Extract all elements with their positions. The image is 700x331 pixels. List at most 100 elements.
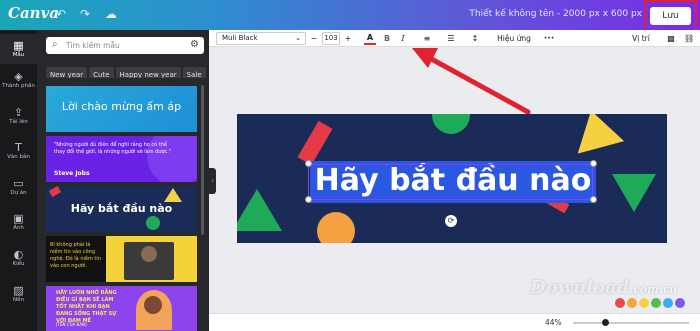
photo-face [141,246,157,262]
bold-button[interactable]: B [381,32,393,45]
template-text: Lời chào mừng ấm áp [61,100,182,113]
zoom-slider[interactable] [573,322,689,324]
templates-panel: ⌕ Tìm kiếm mẫu ⚙ New year Cute Happy new y… [37,30,209,331]
template-author: [TÊN CỦA BẠN] [56,322,87,327]
rail-item-text[interactable]: T Văn bản [0,141,37,160]
save-button[interactable]: Lưu [650,7,691,25]
rail-item-background[interactable]: ▨ Nền [0,284,37,303]
rail-label: Ảnh [13,225,24,231]
resize-handle[interactable] [590,196,597,203]
save-highlight: Lưu [644,0,697,34]
dot [675,298,685,308]
text-color-button[interactable]: A [364,32,376,45]
shape-green-triangle[interactable] [237,189,282,231]
rail-item-uploads[interactable]: ⇪ Tải lên [0,106,37,125]
template-card[interactable]: HÃY LUÔN NHỚ RẰNG ĐIỀU GÌ BẠN SẼ LÀM TỐT… [46,286,197,331]
line-spacing-icon[interactable]: ↕ [469,32,481,45]
dot [651,298,661,308]
shape-green-circle[interactable] [432,114,470,134]
selection-frame [308,164,593,200]
font-select[interactable]: Muli Black ⌄ [216,32,306,45]
increase-size-button[interactable]: + [342,32,354,45]
rail-item-photos[interactable]: ▣ Ảnh [0,212,37,231]
font-size-input[interactable]: 103 [322,32,340,45]
dot [627,298,637,308]
resize-handle[interactable] [305,160,312,167]
photo-face [144,296,162,314]
template-text: Hãy bắt đầu nào [70,202,173,215]
rail-label: Kiểu [12,261,25,267]
template-text: Bí không phải là niềm tin vào công nghệ.… [50,242,101,269]
template-search[interactable]: ⌕ Tìm kiếm mẫu ⚙ [46,37,204,54]
template-card[interactable]: "Những người đủ điên để nghĩ rằng họ có … [46,136,197,182]
shape-yellow-triangle[interactable] [567,114,625,154]
rail-label: Dự án [10,190,27,196]
grid-icon: ▦ [13,39,24,52]
chip[interactable]: Happy new year [115,67,181,78]
transparency-icon[interactable]: ▩ [666,32,676,45]
link-icon[interactable]: ⛓ [684,32,694,45]
left-rail: ▦ Mẫu ◈ Thành phần ⇪ Tải lên T Văn bản ▭… [0,30,37,331]
dot [639,298,649,308]
rail-label: Tải lên [9,119,28,125]
chip[interactable]: Sale [182,67,206,78]
document-title[interactable]: Thiết kế không tên - 2000 px x 600 px [469,9,642,19]
background-icon: ▨ [13,284,24,297]
filter-icon[interactable]: ⚙ [190,39,199,50]
shape-orange-circle[interactable] [317,212,355,243]
rail-item-styles[interactable]: ◐ Kiểu [0,248,37,267]
palette-icon: ◐ [13,248,24,261]
shapes-icon: ◈ [14,70,23,83]
template-card[interactable]: Hãy bắt đầu nào [46,186,197,232]
zoom-level[interactable]: 44% [545,318,562,327]
rail-label: Nền [13,297,24,303]
search-input[interactable]: Tìm kiếm mẫu [66,41,120,50]
more-options-button[interactable]: ••• [541,32,557,45]
rail-item-elements[interactable]: ◈ Thành phần [0,70,37,89]
suggestion-chips: New year Cute Happy new year Sale [46,62,206,78]
resize-handle[interactable] [590,160,597,167]
text-toolbar: Muli Black ⌄ − 103 + A B I ≡ ☰ ↕ Hiệu ứn… [209,30,700,47]
rail-item-projects[interactable]: ▭ Dự án [0,177,37,196]
search-icon: ⌕ [52,39,58,50]
chip[interactable]: Cute [89,67,114,78]
effects-button[interactable]: Hiệu ứng [497,32,531,45]
align-center-icon[interactable]: ≡ [421,32,433,45]
folder-icon: ▭ [13,177,24,190]
chip[interactable]: New year [46,67,88,78]
template-author: Steve Jobs [54,170,90,177]
resize-handle[interactable] [305,196,312,203]
decor-circle [146,216,160,230]
template-quote: "Những người đủ điên để nghĩ rằng họ có … [54,142,172,155]
text-icon: T [15,141,22,154]
position-button[interactable]: Vị trí [627,32,655,45]
shape-green-triangle-right[interactable] [612,174,656,212]
cloud-sync-icon[interactable]: ☁ [105,7,117,21]
decor-triangle [164,188,182,202]
italic-button[interactable]: I [397,32,409,45]
template-card[interactable]: Lời chào mừng ấm áp [46,86,197,132]
top-bar: Canva ↶ ↷ ☁ Thiết kế không tên - 2000 px… [0,0,700,34]
rail-label: Thành phần [2,83,35,89]
dot [615,298,625,308]
collapse-panel-button[interactable]: ‹ [209,168,216,194]
shape-red-bar[interactable] [297,120,333,166]
template-card[interactable]: Bí không phải là niềm tin vào công nghệ.… [46,236,197,282]
undo-icon[interactable]: ↶ [56,7,66,21]
upload-icon: ⇪ [13,106,24,119]
panel-scrollbar[interactable] [201,85,204,235]
template-text: HÃY LUÔN NHỚ RẰNG ĐIỀU GÌ BẠN SẼ LÀM TỐT… [56,290,117,324]
watermark-dots [615,293,687,312]
image-icon: ▣ [13,212,24,225]
canva-logo[interactable]: Canva [8,4,59,22]
redo-icon[interactable]: ↷ [80,7,90,21]
list-icon[interactable]: ☰ [445,32,457,45]
decrease-size-button[interactable]: − [308,32,320,45]
rail-item-templates[interactable]: ▦ Mẫu [0,34,37,64]
rail-label: Mẫu [12,52,25,58]
zoom-slider-thumb[interactable] [602,319,609,326]
rotate-icon[interactable]: ⟳ [445,215,457,227]
bottom-bar: 44% [209,313,700,331]
decor-rect [48,186,62,198]
rail-label: Văn bản [7,154,30,160]
